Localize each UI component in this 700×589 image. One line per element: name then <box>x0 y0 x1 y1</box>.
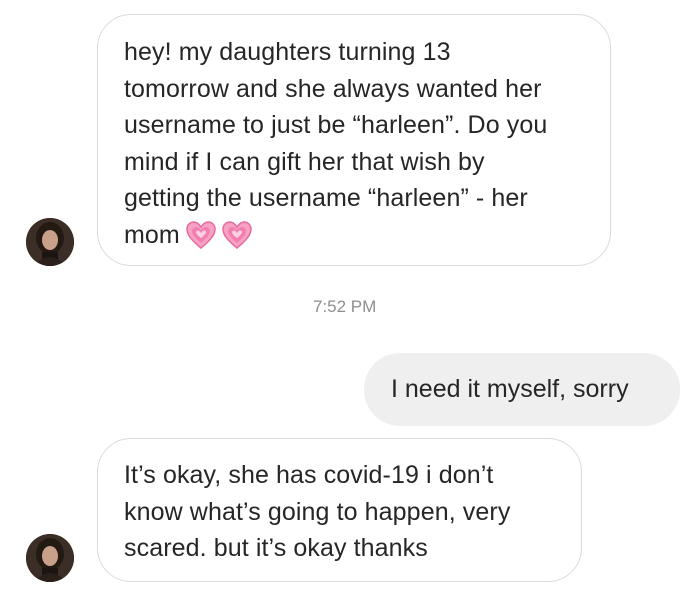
message-line: It’s okay, she has covid-19 i don’t <box>124 461 494 489</box>
growing-heart-icon <box>222 220 252 249</box>
heart-emoji-group <box>186 220 252 249</box>
sender-avatar[interactable] <box>26 218 74 266</box>
message-line: username to just be “harleen”. Do you <box>124 111 548 139</box>
message-timestamp: 7:52 PM <box>313 297 377 316</box>
outgoing-message-bubble[interactable]: I need it myself, sorry <box>364 353 680 426</box>
message-line: tomorrow and she always wanted her <box>124 74 542 103</box>
message-line: mom <box>124 220 180 249</box>
message-line: hey! my daughters turning 13 <box>124 38 451 66</box>
message-text: I need it myself, sorry <box>391 375 629 403</box>
avatar-photo-icon <box>26 534 74 582</box>
message-line: getting the username “harleen” - her <box>124 184 528 212</box>
avatar-photo-icon <box>26 218 74 266</box>
message-line: mind if I can gift her that wish by <box>124 147 485 176</box>
sender-avatar[interactable] <box>26 534 74 582</box>
message-line-last: mom <box>124 217 590 254</box>
incoming-message-bubble[interactable]: It’s okay, she has covid-19 i don’t know… <box>97 438 582 582</box>
incoming-message-bubble[interactable]: hey! my daughters turning 13 tomorrow an… <box>97 14 611 266</box>
growing-heart-icon <box>186 220 216 249</box>
message-line: know what’s going to happen, very <box>124 497 511 526</box>
message-line: scared. but it’s okay thanks <box>124 534 428 562</box>
